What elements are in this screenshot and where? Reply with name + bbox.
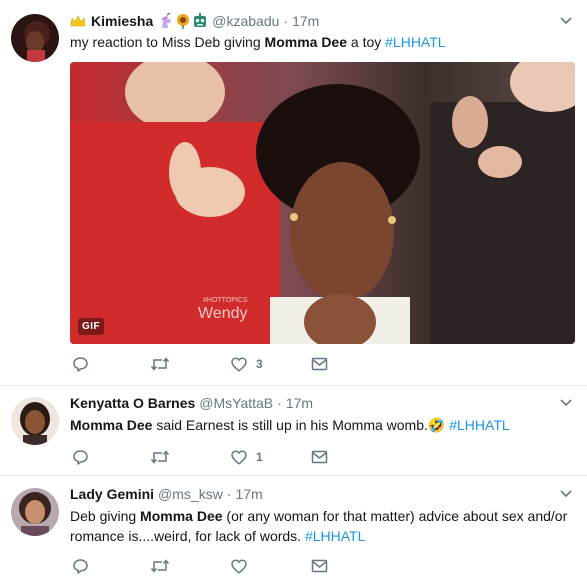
tweet-header: Lady Gemini @ms_ksw · 17m [70, 484, 547, 504]
username[interactable]: @ms_ksw [158, 486, 223, 502]
caret-down-icon[interactable] [559, 16, 573, 26]
gif-media[interactable]: #HOTTOPICS Wendy GIF [70, 62, 575, 344]
separator-dot: · [283, 13, 289, 29]
sunflower-icon [177, 14, 190, 29]
tweet-header: Kenyatta O Barnes @MsYattaB · 17m [70, 393, 547, 413]
robot-icon [194, 13, 207, 27]
watermark-text: Wendy [198, 305, 248, 322]
tweet-text: Momma Dee said Earnest is still up in hi… [70, 417, 510, 433]
tweet[interactable]: Kimiesha @kzabadu · 17m my reaction to M… [0, 0, 587, 386]
tweet-actions: 1 [70, 447, 370, 467]
like-count: 3 [256, 357, 263, 371]
retweet-button[interactable] [150, 354, 170, 374]
display-name[interactable]: Kenyatta O Barnes [70, 395, 195, 411]
tweet-text: Deb giving Momma Dee (or any woman for t… [70, 508, 568, 544]
separator-dot: · [277, 395, 282, 411]
like-button[interactable]: 1 [231, 447, 263, 467]
direct-message-icon [311, 357, 328, 371]
hashtag-link[interactable]: #LHHATL [445, 417, 509, 433]
hashtag-link[interactable]: #LHHATL [305, 528, 365, 544]
tweet-text: my reaction to Miss Deb giving Momma Dee… [70, 34, 446, 50]
direct-message-button[interactable] [311, 354, 328, 374]
direct-message-icon [311, 559, 328, 573]
unicorn-icon [161, 13, 172, 28]
tweet[interactable]: Lady Gemini @ms_ksw · 17m Deb giving Mom… [0, 476, 587, 585]
timestamp[interactable]: 17m [292, 13, 319, 29]
reply-icon [73, 357, 88, 372]
like-count: 1 [256, 450, 263, 464]
timestamp[interactable]: 17m [286, 395, 313, 411]
retweet-button[interactable] [150, 556, 170, 576]
separator-dot: · [226, 486, 232, 502]
direct-message-icon [311, 450, 328, 464]
name-emojis [158, 13, 208, 29]
avatar[interactable] [11, 488, 59, 536]
tweet-actions: 3 [70, 354, 370, 374]
reply-button[interactable] [72, 447, 89, 467]
reply-button[interactable] [72, 354, 89, 374]
caret-down-icon[interactable] [559, 489, 573, 499]
gif-badge: GIF [78, 318, 105, 335]
heart-icon [231, 558, 247, 574]
reply-button[interactable] [72, 556, 89, 576]
laughing-emoji: 🤣 [427, 417, 446, 433]
hashtag-link[interactable]: #LHHATL [385, 34, 445, 50]
reply-icon [73, 559, 88, 574]
watermark-tag: #HOTTOPICS [203, 297, 248, 304]
display-name[interactable]: Lady Gemini [70, 486, 154, 502]
retweet-icon [150, 450, 170, 464]
retweet-button[interactable] [150, 447, 170, 467]
timestamp[interactable]: 17m [235, 486, 262, 502]
tweet-header: Kimiesha @kzabadu · 17m [70, 11, 547, 31]
avatar[interactable] [11, 397, 59, 445]
heart-icon [231, 449, 247, 465]
display-name[interactable]: Kimiesha [91, 13, 153, 29]
heart-icon [231, 356, 247, 372]
direct-message-button[interactable] [311, 447, 328, 467]
direct-message-button[interactable] [311, 556, 328, 576]
gif-frame: #HOTTOPICS Wendy [70, 62, 575, 344]
like-button[interactable] [231, 556, 256, 576]
like-button[interactable]: 3 [231, 354, 263, 374]
avatar[interactable] [11, 14, 59, 62]
username[interactable]: @kzabadu [212, 13, 279, 29]
crown-icon [70, 15, 86, 27]
caret-down-icon[interactable] [559, 398, 573, 408]
reply-icon [73, 450, 88, 465]
username[interactable]: @MsYattaB [199, 395, 273, 411]
tweet-actions [70, 556, 370, 576]
retweet-icon [150, 559, 170, 573]
retweet-icon [150, 357, 170, 371]
tweet[interactable]: Kenyatta O Barnes @MsYattaB · 17m Momma … [0, 386, 587, 476]
